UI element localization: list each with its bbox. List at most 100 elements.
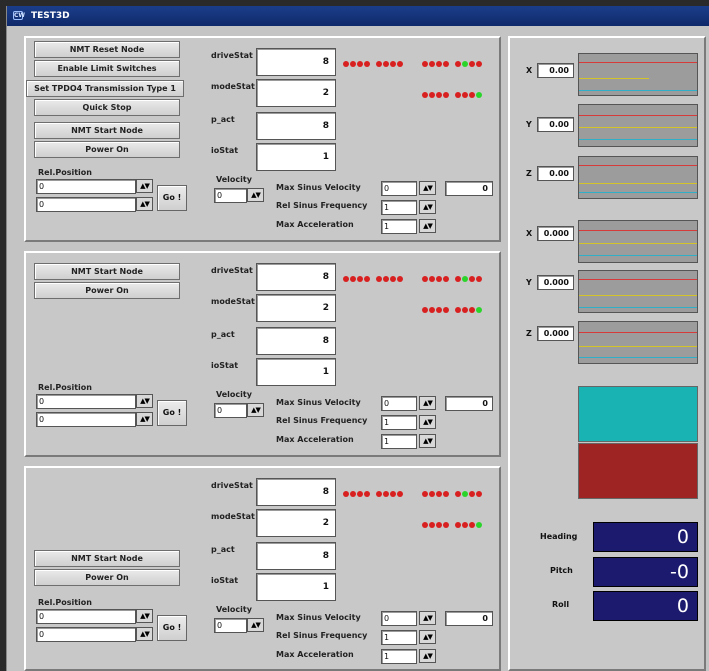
rel-position-spinner-2[interactable]: ▲▼ (136, 627, 153, 641)
rel-sinus-frequency-input[interactable]: 1 (381, 200, 417, 215)
axis-label-y: Y (526, 278, 532, 287)
enable-limit-switches-button[interactable]: Enable Limit Switches (34, 60, 180, 77)
velocity-spinner[interactable]: ▲▼ (247, 188, 264, 202)
rel-sinus-frequency-spinner[interactable]: ▲▼ (419, 200, 436, 214)
go-button[interactable]: Go ! (157, 185, 187, 211)
led-red (469, 491, 475, 497)
drive-stat-leds-b (422, 491, 482, 497)
led-red (436, 491, 442, 497)
power-on-button[interactable]: Power On (34, 569, 180, 586)
max-sinus-velocity-spinner[interactable]: ▲▼ (419, 181, 436, 195)
velocity-input[interactable]: 0 (214, 188, 247, 203)
led-red (390, 491, 396, 497)
led-red (422, 522, 428, 528)
rel-position-label: Rel.Position (38, 383, 92, 392)
rel-position-input-1[interactable]: 0 (36, 609, 136, 624)
nmt-reset-node-button[interactable]: NMT Reset Node (34, 41, 180, 58)
max-sinus-velocity-spinner[interactable]: ▲▼ (419, 396, 436, 410)
led-red (455, 522, 461, 528)
velocity-spinner[interactable]: ▲▼ (247, 403, 264, 417)
rel-sinus-frequency-spinner[interactable]: ▲▼ (419, 415, 436, 429)
rel-position-input-2[interactable]: 0 (36, 197, 136, 212)
power-on-button[interactable]: Power On (34, 282, 180, 299)
led-red (350, 61, 356, 67)
title-bar[interactable]: CW TEST3D (7, 6, 709, 26)
axis-graph-z (578, 156, 698, 199)
led-red (390, 61, 396, 67)
rel-position-input-2[interactable]: 0 (36, 627, 136, 642)
led-red (422, 491, 428, 497)
axis-label-z: Z (526, 169, 532, 178)
rel-sinus-frequency-input[interactable]: 1 (381, 630, 417, 645)
axis-graph-z (578, 321, 698, 364)
sensor-panel: X 0.00 Y 0.00 Z 0.00 X 0.000 Y 0.000 Z 0… (508, 36, 706, 671)
rel-sinus-frequency-spinner[interactable]: ▲▼ (419, 630, 436, 644)
nmt-start-node-button[interactable]: NMT Start Node (34, 550, 180, 567)
rel-position-spinner-1[interactable]: ▲▼ (136, 179, 153, 193)
pitch-value: -0 (593, 557, 698, 587)
max-acceleration-input[interactable]: 1 (381, 649, 417, 664)
velocity-input[interactable]: 0 (214, 403, 247, 418)
max-sinus-velocity-input[interactable]: 0 (381, 396, 417, 411)
max-acceleration-label: Max Acceleration (276, 220, 354, 229)
p-act-label: p_act (211, 330, 235, 339)
app-window: CW TEST3D NMT Reset Node Enable Limit Sw… (6, 6, 709, 671)
status-indicator-red (578, 443, 698, 499)
led-red (383, 61, 389, 67)
io-stat-value: 1 (256, 143, 336, 171)
drive-stat-label: driveStat (211, 481, 253, 490)
rel-position-spinner-2[interactable]: ▲▼ (136, 197, 153, 211)
led-red (443, 491, 449, 497)
led-green (462, 61, 468, 67)
velocity-spinner[interactable]: ▲▼ (247, 618, 264, 632)
max-sinus-velocity-label: Max Sinus Velocity (276, 183, 361, 192)
go-button[interactable]: Go ! (157, 615, 187, 641)
led-red (469, 92, 475, 98)
led-red (364, 61, 370, 67)
led-red (469, 61, 475, 67)
rel-position-input-2[interactable]: 0 (36, 412, 136, 427)
max-acceleration-spinner[interactable]: ▲▼ (419, 434, 436, 448)
max-sinus-velocity-spinner[interactable]: ▲▼ (419, 611, 436, 625)
rel-position-input-1[interactable]: 0 (36, 394, 136, 409)
led-red (443, 522, 449, 528)
rel-position-input-1[interactable]: 0 (36, 179, 136, 194)
io-stat-value: 1 (256, 358, 336, 386)
max-acceleration-spinner[interactable]: ▲▼ (419, 649, 436, 663)
max-acceleration-input[interactable]: 1 (381, 434, 417, 449)
power-on-button[interactable]: Power On (34, 141, 180, 158)
axis-value-z: 0.000 (537, 326, 574, 341)
nmt-start-node-button[interactable]: NMT Start Node (34, 263, 180, 280)
axis-label-x: X (526, 66, 533, 75)
go-button[interactable]: Go ! (157, 400, 187, 426)
axis-label-y: Y (526, 120, 532, 129)
led-green (462, 276, 468, 282)
rel-sinus-frequency-label: Rel Sinus Frequency (276, 416, 368, 425)
max-acceleration-input[interactable]: 1 (381, 219, 417, 234)
led-red (443, 92, 449, 98)
led-red (343, 491, 349, 497)
max-acceleration-spinner[interactable]: ▲▼ (419, 219, 436, 233)
set-tpdo4-button[interactable]: Set TPDO4 Transmission Type 1 (26, 80, 184, 97)
max-sinus-velocity-input[interactable]: 0 (381, 611, 417, 626)
roll-label: Roll (552, 600, 570, 609)
rel-sinus-frequency-input[interactable]: 1 (381, 415, 417, 430)
led-green (476, 92, 482, 98)
quick-stop-button[interactable]: Quick Stop (34, 99, 180, 116)
rel-position-spinner-2[interactable]: ▲▼ (136, 412, 153, 426)
motor-panel-2: NMT Start Node Power On Rel.Position 0 ▲… (24, 251, 501, 457)
max-sinus-velocity-input[interactable]: 0 (381, 181, 417, 196)
led-red (469, 307, 475, 313)
velocity-label: Velocity (216, 390, 252, 399)
rel-position-spinner-1[interactable]: ▲▼ (136, 394, 153, 408)
led-red (443, 276, 449, 282)
led-red (429, 61, 435, 67)
led-red (376, 491, 382, 497)
p-act-label: p_act (211, 115, 235, 124)
rel-sinus-frequency-label: Rel Sinus Frequency (276, 631, 368, 640)
led-red (397, 276, 403, 282)
axis-label-z: Z (526, 329, 532, 338)
nmt-start-node-button[interactable]: NMT Start Node (34, 122, 180, 139)
rel-position-spinner-1[interactable]: ▲▼ (136, 609, 153, 623)
velocity-input[interactable]: 0 (214, 618, 247, 633)
